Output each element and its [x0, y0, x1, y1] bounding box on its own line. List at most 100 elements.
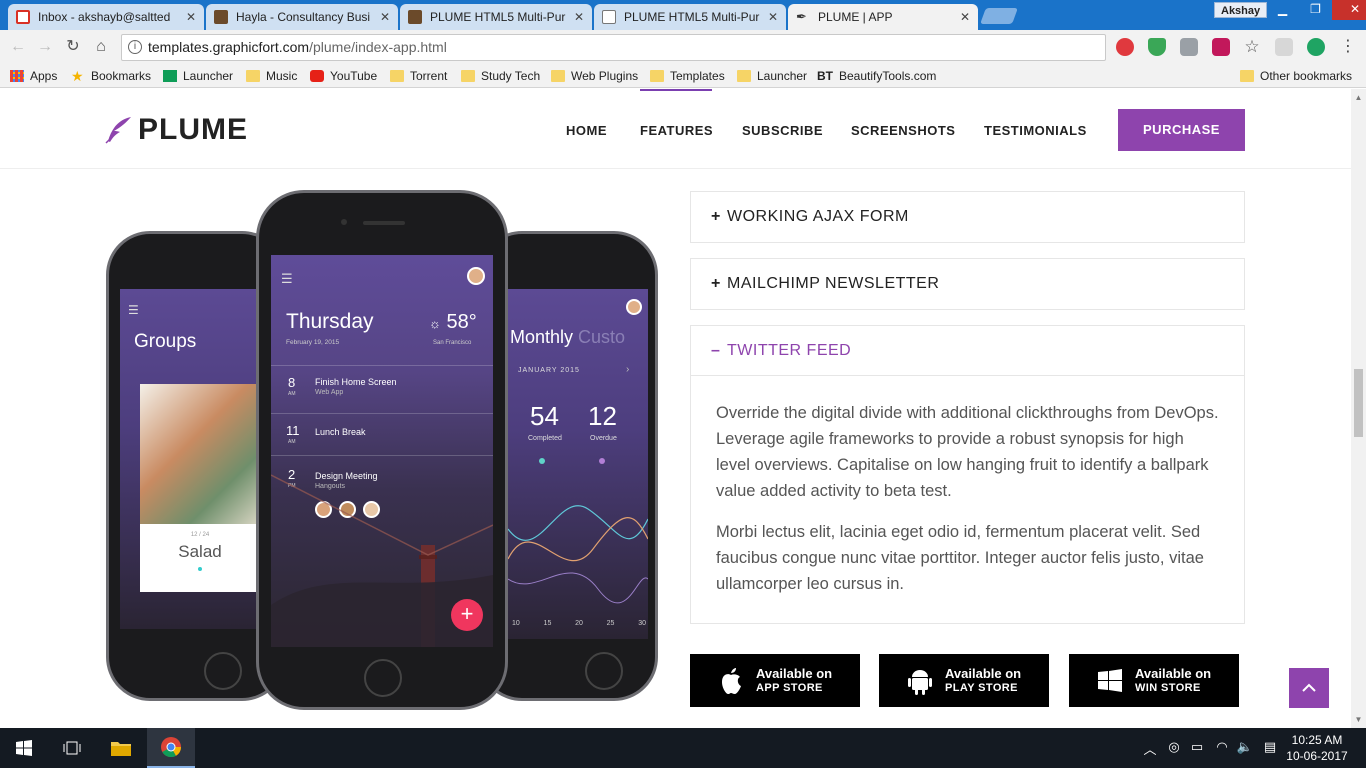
- back-arrow-icon[interactable]: ←: [9, 38, 27, 56]
- extension-grey-icon[interactable]: [1180, 38, 1198, 56]
- overdue-label: Overdue: [590, 435, 617, 442]
- card-title: Salad: [178, 542, 222, 561]
- bookmark-web-plugins[interactable]: Web Plugins: [551, 67, 638, 85]
- phone-center: ☰ Thursday February 19, 2015 ☼ 58° San F…: [256, 190, 508, 710]
- address-bar[interactable]: i templates.graphicfort.com/plume/index-…: [121, 34, 1106, 61]
- bookmark-music[interactable]: Music: [246, 67, 297, 85]
- month-label: JANUARY 2015: [518, 367, 580, 374]
- accordion-title: TWITTER FEED: [727, 342, 852, 359]
- nav-screenshots[interactable]: SCREENSHOTS: [851, 123, 955, 138]
- forward-arrow-icon[interactable]: →: [36, 38, 54, 56]
- nav-features[interactable]: FEATURES: [640, 123, 713, 138]
- bookmark-other[interactable]: Other bookmarks: [1240, 67, 1352, 85]
- app-store-button[interactable]: Available on APP STORE: [690, 654, 860, 707]
- accordion-header[interactable]: + WORKING AJAX FORM: [691, 192, 1244, 242]
- back-to-top-button[interactable]: [1289, 668, 1329, 708]
- browser-tab-plume-1[interactable]: PLUME HTML5 Multi-Pur ✕: [400, 4, 592, 30]
- accordion-header[interactable]: – TWITTER FEED: [691, 326, 1244, 376]
- site-logo[interactable]: PLUME: [104, 113, 248, 147]
- chevron-up-icon: [1302, 683, 1316, 692]
- page-scrollbar[interactable]: ▲ ▼: [1351, 89, 1366, 728]
- accordion-paragraph: Morbi lectus elit, lacinia eget odio id,…: [716, 523, 1204, 593]
- extension-green-icon[interactable]: [1307, 38, 1325, 56]
- home-icon[interactable]: ⌂: [92, 38, 110, 56]
- site-info-icon[interactable]: i: [128, 40, 142, 54]
- wifi-icon[interactable]: ◠: [1213, 739, 1231, 757]
- avatar: [467, 267, 485, 285]
- gmail-icon: [16, 10, 30, 24]
- extension-red-icon[interactable]: [1116, 38, 1134, 56]
- browser-tab-plume-2[interactable]: PLUME HTML5 Multi-Pur ✕: [594, 4, 786, 30]
- completed-value: 54: [530, 401, 559, 431]
- browser-tab-plume-app[interactable]: ✒ PLUME | APP ✕: [788, 4, 978, 30]
- scroll-down-arrow-icon[interactable]: ▼: [1354, 715, 1363, 724]
- folder-icon: [737, 70, 751, 82]
- nav-subscribe[interactable]: SUBSCRIBE: [742, 123, 823, 138]
- chrome-icon: [161, 737, 182, 758]
- completed-label: Completed: [528, 435, 562, 442]
- monthly-title: Monthly Custo: [510, 327, 626, 347]
- window-close-icon[interactable]: ✕: [1332, 0, 1366, 20]
- scrollbar-thumb[interactable]: [1354, 369, 1363, 437]
- chart-axis: 10 15 20 25 30: [512, 620, 646, 627]
- salad-photo: [140, 384, 270, 524]
- accordion-title: MAILCHIMP NEWSLETTER: [727, 275, 940, 292]
- accordion-item-mailchimp[interactable]: + MAILCHIMP NEWSLETTER: [690, 258, 1245, 310]
- file-explorer-button[interactable]: [97, 728, 145, 768]
- show-hidden-icons-icon[interactable]: ︿: [1141, 739, 1159, 757]
- site-favicon-icon: [214, 10, 228, 24]
- bt-icon: BT: [817, 69, 833, 83]
- bookmark-study-tech[interactable]: Study Tech: [461, 67, 540, 85]
- restore-icon[interactable]: ❐: [1299, 0, 1332, 20]
- browser-tab-hayla[interactable]: Hayla - Consultancy Busi ✕: [206, 4, 398, 30]
- url-path: /plume/index-app.html: [309, 39, 447, 55]
- store-line1: Available on: [945, 665, 1022, 681]
- extension-pink-icon[interactable]: [1212, 38, 1230, 56]
- bookmark-torrent[interactable]: Torrent: [390, 67, 447, 85]
- system-clock[interactable]: 10:25 AM 10-06-2017: [1286, 732, 1348, 764]
- start-button[interactable]: [0, 728, 48, 768]
- scroll-up-arrow-icon[interactable]: ▲: [1354, 93, 1363, 102]
- bookmark-star-icon[interactable]: ☆: [1243, 38, 1261, 56]
- shield-extension-icon[interactable]: [1148, 38, 1166, 56]
- close-tab-icon[interactable]: ✕: [186, 10, 196, 24]
- profile-button[interactable]: Akshay: [1214, 2, 1268, 18]
- battery-icon[interactable]: ▭: [1188, 739, 1206, 757]
- accordion-title: WORKING AJAX FORM: [727, 208, 909, 225]
- bookmark-templates[interactable]: Templates: [650, 67, 725, 85]
- bookmark-bookmarks[interactable]: ★ Bookmarks: [71, 67, 151, 85]
- task-view-button[interactable]: [48, 728, 96, 768]
- win-store-button[interactable]: Available on WIN STORE: [1069, 654, 1239, 707]
- phone-home-button: [364, 659, 402, 697]
- purchase-button[interactable]: PURCHASE: [1118, 109, 1245, 151]
- window-controls: ▁ ❐ ✕: [1266, 0, 1366, 20]
- network-sync-icon[interactable]: ◎: [1165, 739, 1183, 757]
- action-center-icon[interactable]: ▤: [1261, 739, 1279, 757]
- accordion-item-twitter-feed[interactable]: – TWITTER FEED Override the digital divid…: [690, 325, 1245, 624]
- reload-icon[interactable]: ↻: [64, 38, 82, 56]
- chrome-taskbar-button[interactable]: [147, 728, 195, 768]
- bookmark-beautifytools[interactable]: BT BeautifyTools.com: [817, 67, 936, 85]
- bookmark-youtube[interactable]: YouTube: [310, 67, 377, 85]
- nav-testimonials[interactable]: TESTIMONIALS: [984, 123, 1087, 138]
- bookmark-launcher[interactable]: Launcher: [163, 67, 233, 85]
- bookmark-apps[interactable]: Apps: [10, 67, 57, 85]
- folder-icon: [390, 70, 404, 82]
- close-tab-icon[interactable]: ✕: [380, 10, 390, 24]
- chrome-menu-icon[interactable]: ⋮: [1339, 38, 1357, 56]
- bookmark-launcher-2[interactable]: Launcher: [737, 67, 807, 85]
- close-tab-icon[interactable]: ✕: [574, 10, 584, 24]
- play-store-button[interactable]: Available on PLAY STORE: [879, 654, 1049, 707]
- close-tab-icon[interactable]: ✕: [960, 10, 970, 24]
- accordion-item-ajax-form[interactable]: + WORKING AJAX FORM: [690, 191, 1245, 243]
- nav-home[interactable]: HOME: [566, 123, 607, 138]
- minimize-icon[interactable]: ▁: [1266, 0, 1299, 20]
- accordion-header[interactable]: + MAILCHIMP NEWSLETTER: [691, 259, 1244, 309]
- tab-title: PLUME HTML5 Multi-Pur: [430, 10, 566, 24]
- new-tab-button[interactable]: [980, 8, 1018, 24]
- browser-tab-gmail[interactable]: Inbox - akshayb@saltted ✕: [8, 4, 204, 30]
- volume-icon[interactable]: 🔈: [1236, 739, 1254, 757]
- extension-photo-icon[interactable]: [1275, 38, 1293, 56]
- close-tab-icon[interactable]: ✕: [768, 10, 778, 24]
- sheets-icon: [163, 70, 177, 82]
